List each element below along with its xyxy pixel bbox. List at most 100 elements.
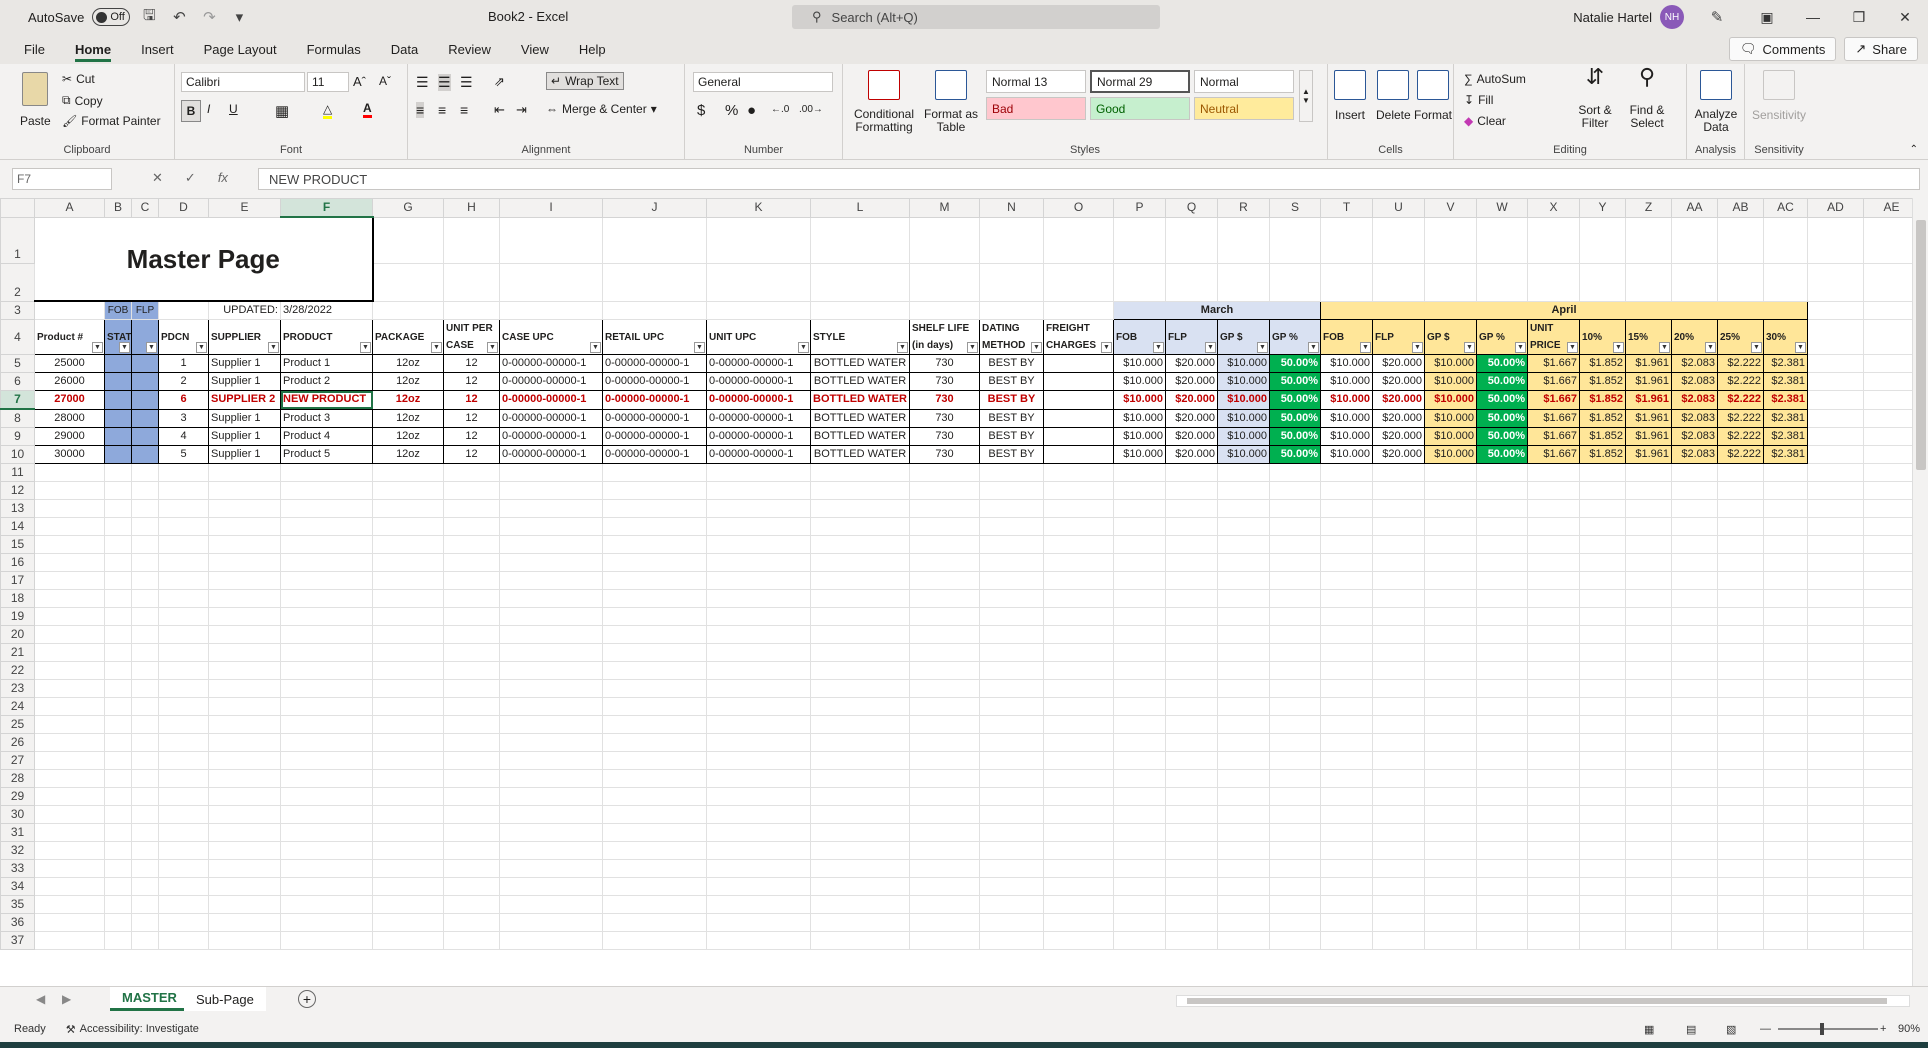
- cell[interactable]: [979, 216, 1044, 264]
- cell[interactable]: [1625, 517, 1672, 536]
- cell[interactable]: [443, 499, 500, 518]
- cell[interactable]: [443, 823, 500, 842]
- cell[interactable]: [1671, 643, 1718, 662]
- cell[interactable]: [1671, 697, 1718, 716]
- cell[interactable]: [1527, 823, 1580, 842]
- filter-dropdown-icon[interactable]: ▼: [967, 342, 978, 353]
- cell[interactable]: [706, 499, 811, 518]
- cell[interactable]: [602, 931, 707, 950]
- cell[interactable]: [1372, 769, 1425, 788]
- cell[interactable]: [1717, 877, 1764, 896]
- cell[interactable]: [34, 877, 105, 896]
- cell[interactable]: [280, 859, 373, 878]
- cell[interactable]: [443, 300, 500, 320]
- cell[interactable]: [1424, 679, 1477, 698]
- column-header-r[interactable]: R: [1217, 198, 1270, 218]
- cell[interactable]: [131, 697, 159, 716]
- cell[interactable]: [602, 517, 707, 536]
- cell[interactable]: [1269, 571, 1321, 590]
- cell[interactable]: [1043, 877, 1114, 896]
- cell[interactable]: [104, 372, 132, 391]
- cell[interactable]: [1320, 643, 1373, 662]
- cell-fob[interactable]: $10.000: [1320, 390, 1373, 410]
- cell[interactable]: [810, 535, 910, 554]
- cell[interactable]: [1113, 679, 1166, 698]
- cell[interactable]: [131, 535, 159, 554]
- cell[interactable]: [1625, 499, 1672, 518]
- cell-package[interactable]: 12oz: [372, 427, 444, 446]
- cell-fob[interactable]: $10.000: [1113, 427, 1166, 446]
- cell[interactable]: [909, 607, 980, 626]
- cell[interactable]: [909, 499, 980, 518]
- cut-button[interactable]: ✂ Cut: [62, 72, 95, 86]
- cell[interactable]: [499, 481, 603, 500]
- cell[interactable]: [1807, 859, 1864, 878]
- row-header-18[interactable]: 18: [0, 589, 35, 608]
- cell[interactable]: [208, 733, 281, 752]
- filter-dropdown-icon[interactable]: ▼: [196, 342, 207, 353]
- cell-fob[interactable]: $10.000: [1113, 390, 1166, 410]
- cell[interactable]: [1763, 715, 1808, 734]
- cell[interactable]: [1476, 643, 1528, 662]
- cell[interactable]: [1043, 445, 1114, 464]
- cell-pdcn[interactable]: 2: [158, 372, 209, 391]
- cell-p10[interactable]: $1.852: [1579, 408, 1626, 428]
- cell[interactable]: [104, 751, 132, 770]
- column-filter-header[interactable]: CASE UPC ▼: [499, 319, 603, 355]
- cell[interactable]: [706, 679, 811, 698]
- cell[interactable]: [1763, 499, 1808, 518]
- cell[interactable]: [1424, 499, 1477, 518]
- cell[interactable]: [499, 697, 603, 716]
- cell[interactable]: [1424, 553, 1477, 572]
- cell[interactable]: [1269, 262, 1321, 302]
- cell-gpd[interactable]: $10.000: [1217, 354, 1270, 373]
- cell[interactable]: [706, 823, 811, 842]
- cell[interactable]: [1217, 823, 1270, 842]
- column-filter-header[interactable]: GP % ▼: [1269, 319, 1321, 355]
- column-filter-header[interactable]: 15% ▼: [1625, 319, 1672, 355]
- cell[interactable]: [909, 262, 980, 302]
- insert-cells-button[interactable]: Insert: [1334, 70, 1366, 122]
- cell[interactable]: [1527, 589, 1580, 608]
- tab-data[interactable]: Data: [391, 34, 418, 64]
- cell[interactable]: [1320, 859, 1373, 878]
- row-header-8[interactable]: 8: [0, 408, 35, 428]
- cell[interactable]: [1476, 733, 1528, 752]
- cell[interactable]: [1807, 625, 1864, 644]
- cell[interactable]: [1579, 216, 1626, 264]
- cell[interactable]: [810, 463, 910, 482]
- cell[interactable]: [1320, 841, 1373, 860]
- column-header-t[interactable]: T: [1320, 198, 1373, 218]
- cell[interactable]: [1372, 463, 1425, 482]
- cell[interactable]: [1043, 715, 1114, 734]
- cell[interactable]: [1165, 679, 1218, 698]
- decrease-font-icon[interactable]: Aˇ: [379, 74, 391, 88]
- cell[interactable]: [1113, 643, 1166, 662]
- cell[interactable]: [372, 877, 444, 896]
- cell[interactable]: [372, 553, 444, 572]
- customize-toolbar-icon[interactable]: ▾: [228, 6, 250, 28]
- cell[interactable]: [1476, 589, 1528, 608]
- cell[interactable]: [34, 661, 105, 680]
- cell[interactable]: [706, 481, 811, 500]
- cell[interactable]: [1424, 481, 1477, 500]
- cell[interactable]: [602, 625, 707, 644]
- cell[interactable]: [1165, 571, 1218, 590]
- cell[interactable]: [1043, 733, 1114, 752]
- align-right-icon[interactable]: ≡: [460, 102, 468, 118]
- cell[interactable]: [602, 553, 707, 572]
- cell[interactable]: [208, 823, 281, 842]
- cell[interactable]: [1043, 553, 1114, 572]
- cell[interactable]: [499, 787, 603, 806]
- autosave-toggle[interactable]: Off: [92, 8, 131, 26]
- currency-icon[interactable]: $: [697, 102, 705, 119]
- cell[interactable]: [1043, 517, 1114, 536]
- cell[interactable]: [1476, 787, 1528, 806]
- tab-file[interactable]: File: [24, 34, 45, 64]
- cell[interactable]: [1269, 589, 1321, 608]
- cell[interactable]: [1217, 661, 1270, 680]
- cell[interactable]: [208, 715, 281, 734]
- column-filter-header[interactable]: SUPPLIER ▼: [208, 319, 281, 355]
- cell-p15[interactable]: $1.961: [1625, 445, 1672, 464]
- cell[interactable]: [979, 913, 1044, 932]
